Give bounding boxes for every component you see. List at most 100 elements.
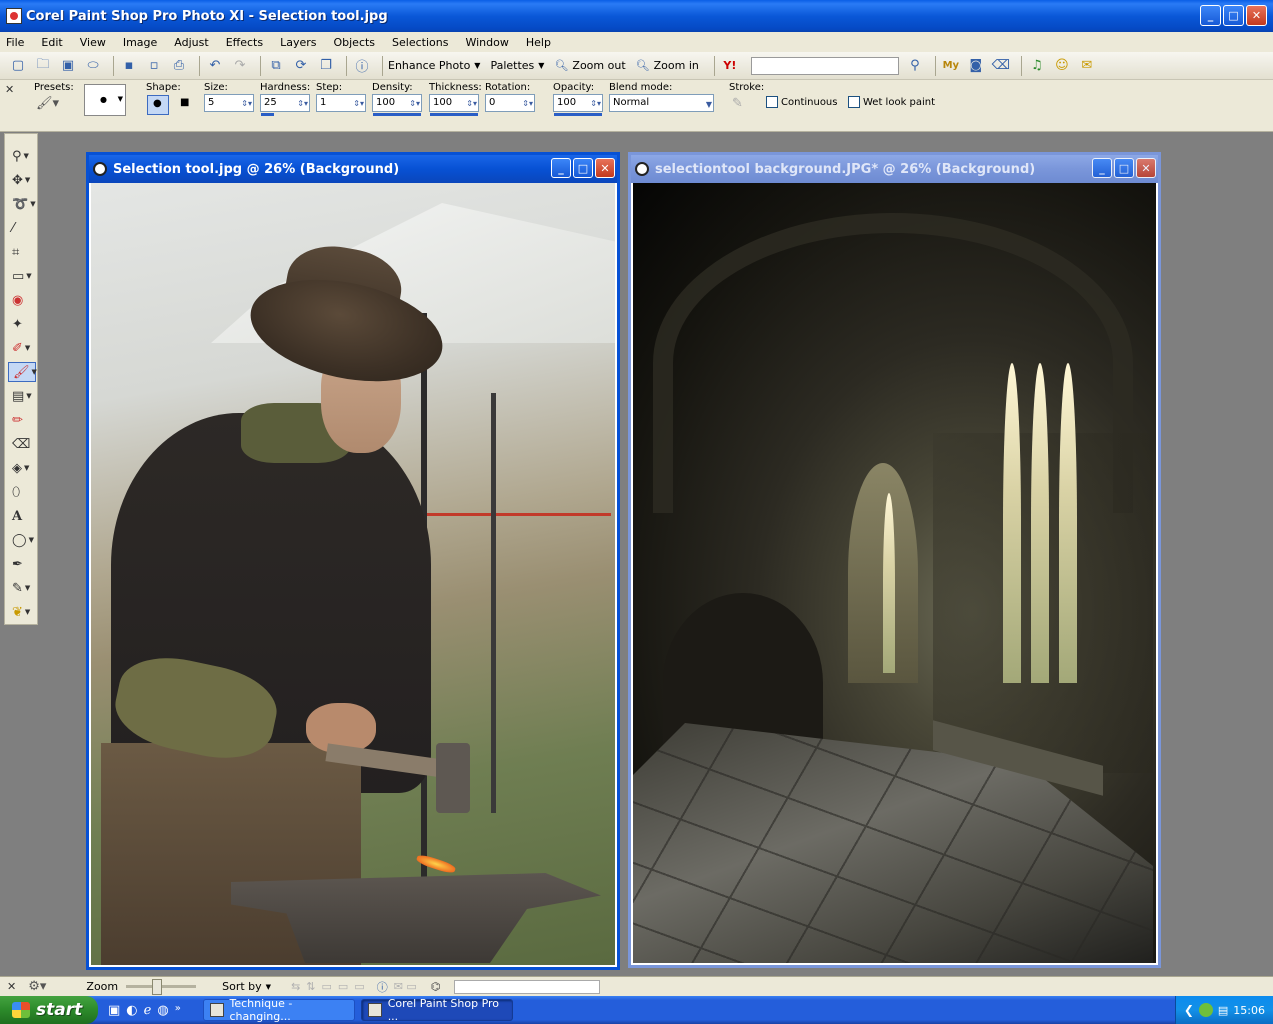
spin-arrows-icon[interactable]: ⇕▾ xyxy=(241,96,252,112)
pen-tool[interactable]: ✒ xyxy=(8,554,36,574)
step-field[interactable]: 1 ⇕▾ xyxy=(316,94,366,112)
menu-window[interactable]: Window xyxy=(465,36,508,49)
red-eye-tool[interactable]: ◉ xyxy=(8,290,36,310)
gear-icon[interactable]: ⚙▾ xyxy=(28,979,46,994)
save-as-icon[interactable]: ▫ xyxy=(144,56,164,76)
brush-tip-preview[interactable]: ● ▼ xyxy=(84,84,126,116)
art-brush-tool[interactable]: ✎ ▼ xyxy=(8,578,36,598)
menu-image[interactable]: Image xyxy=(123,36,157,49)
lasso-tool[interactable]: ➰ ▼ xyxy=(8,194,36,214)
lighten-darken-tool[interactable]: ▤ ▼ xyxy=(8,386,36,406)
maximize-button[interactable]: □ xyxy=(573,158,593,178)
document-title-bar[interactable]: selectiontool background.JPG* @ 26% (Bac… xyxy=(631,155,1158,183)
new-file-icon[interactable]: ▢ xyxy=(8,56,28,76)
undo-icon[interactable]: ↶ xyxy=(205,56,225,76)
print-icon[interactable]: ⎙ xyxy=(169,56,189,76)
redo-icon[interactable]: ↷ xyxy=(230,56,250,76)
blend-mode-select[interactable]: Normal ▼ xyxy=(609,94,714,112)
organizer-tool-icons[interactable]: ⇆⇅▭▭▭ xyxy=(291,980,371,993)
zoom-out-button[interactable]: 🔍︎ Zoom out xyxy=(554,59,625,72)
my-yahoo-icon[interactable]: My xyxy=(941,56,961,76)
density-field[interactable]: 100 ⇕▾ xyxy=(372,94,422,112)
opacity-slider-bar[interactable] xyxy=(554,113,602,116)
camera-icon[interactable]: ◙ xyxy=(966,56,986,76)
close-button[interactable]: ✕ xyxy=(1246,5,1267,26)
music-icon[interactable]: ♫ xyxy=(1027,56,1047,76)
zoom-slider[interactable] xyxy=(126,979,197,995)
crop-tool[interactable]: ⌗ xyxy=(8,242,36,262)
square-shape-button[interactable]: ■ xyxy=(176,95,196,115)
network-icon[interactable]: ▤ xyxy=(1218,1004,1228,1017)
binoculars-icon[interactable]: ⌬ xyxy=(431,980,441,993)
clone-tool[interactable]: ✐ ▼ xyxy=(8,338,36,358)
spin-arrows-icon[interactable]: ⇕▾ xyxy=(590,96,601,112)
open-folder-icon[interactable]: 🗀 xyxy=(33,56,53,76)
menu-selections[interactable]: Selections xyxy=(392,36,448,49)
eraser-tool[interactable]: ⌫ xyxy=(8,434,36,454)
more-icon[interactable]: » xyxy=(175,1003,181,1018)
palette-knife-tool[interactable]: ❦ ▼ xyxy=(8,602,36,622)
enhance-photo-menu[interactable]: Enhance Photo ▼ xyxy=(388,59,480,72)
menu-objects[interactable]: Objects xyxy=(333,36,375,49)
minimize-button[interactable]: _ xyxy=(551,158,571,178)
layers-icon[interactable]: ❐ xyxy=(316,56,336,76)
yahoo-icon[interactable]: Y! xyxy=(720,56,740,76)
desktop-icon[interactable]: ▣ xyxy=(108,1003,120,1018)
document-window-selection-tool[interactable]: Selection tool.jpg @ 26% (Background) _ … xyxy=(86,152,620,970)
mail-icon[interactable]: ✉ ▭ xyxy=(394,980,417,993)
dropper-tool[interactable]: ⁄ xyxy=(8,218,36,238)
text-tool[interactable]: A xyxy=(8,506,36,526)
menu-adjust[interactable]: Adjust xyxy=(174,36,208,49)
messenger-icon[interactable]: ☺ xyxy=(1052,56,1072,76)
close-icon[interactable]: ✕ xyxy=(5,83,14,96)
thickness-field[interactable]: 100 ⇕▾ xyxy=(429,94,479,112)
size-field[interactable]: 5 ⇕▾ xyxy=(204,94,254,112)
hardness-field[interactable]: 25 ⇕▾ xyxy=(260,94,310,112)
round-shape-button[interactable]: ● xyxy=(147,95,169,115)
warp-brush-tool[interactable]: ✏ xyxy=(8,410,36,430)
document-title-bar[interactable]: Selection tool.jpg @ 26% (Background) _ … xyxy=(89,155,617,183)
menu-layers[interactable]: Layers xyxy=(280,36,316,49)
clock[interactable]: 15:06 xyxy=(1233,1004,1265,1017)
spin-arrows-icon[interactable]: ⇕▾ xyxy=(297,96,308,112)
scan-icon[interactable]: ⬭ xyxy=(83,56,103,76)
browser-icon[interactable]: ℯ xyxy=(144,1003,152,1018)
eraser-icon[interactable]: ⌫ xyxy=(991,56,1011,76)
save-icon[interactable]: ▪ xyxy=(119,56,139,76)
close-button[interactable]: ✕ xyxy=(1136,158,1156,178)
maximize-button[interactable]: □ xyxy=(1114,158,1134,178)
flood-fill-tool[interactable]: ◈ ▼ xyxy=(8,458,36,478)
spin-arrows-icon[interactable]: ⇕▾ xyxy=(409,96,420,112)
taskbar-item-technique[interactable]: Technique - changing... xyxy=(202,997,355,1023)
picture-tube-tool[interactable]: ⬯ xyxy=(8,482,36,502)
selection-tool[interactable]: ▭ ▼ xyxy=(8,266,36,286)
info-icon[interactable]: ⓘ xyxy=(352,56,372,76)
rotation-field[interactable]: 0 ⇕▾ xyxy=(485,94,535,112)
palettes-menu[interactable]: Palettes ▼ xyxy=(490,59,544,72)
menu-help[interactable]: Help xyxy=(526,36,551,49)
taskbar-item-paint-shop-pro[interactable]: Corel Paint Shop Pro ... xyxy=(360,997,513,1023)
paint-brush-tool[interactable]: 🖌︎ ▼ xyxy=(8,362,37,382)
menu-view[interactable]: View xyxy=(80,36,106,49)
refresh-icon[interactable]: ⟳ xyxy=(291,56,311,76)
maximize-button[interactable]: □ xyxy=(1223,5,1244,26)
menu-effects[interactable]: Effects xyxy=(226,36,263,49)
yahoo-search-input[interactable] xyxy=(750,56,899,75)
menu-edit[interactable]: Edit xyxy=(41,36,62,49)
minimize-button[interactable]: _ xyxy=(1092,158,1112,178)
preset-shape-tool[interactable]: ◯ ▼ xyxy=(8,530,36,550)
image-canvas[interactable] xyxy=(91,183,615,965)
sort-by-label[interactable]: Sort by xyxy=(222,980,262,993)
move-tool[interactable]: ✥ ▼ xyxy=(8,170,36,190)
hardness-slider-bar[interactable] xyxy=(261,113,274,116)
spin-arrows-icon[interactable]: ⇕▾ xyxy=(466,96,477,112)
stroke-brush-icon[interactable]: ✎ xyxy=(732,96,743,111)
search-icon[interactable]: ⚲ xyxy=(905,56,925,76)
close-icon[interactable]: ✕ xyxy=(7,980,16,993)
minimize-button[interactable]: _ xyxy=(1200,5,1221,26)
menu-file[interactable]: File xyxy=(6,36,24,49)
start-button[interactable]: start xyxy=(0,996,98,1024)
wet-look-checkbox[interactable]: Wet look paint xyxy=(848,96,935,108)
close-button[interactable]: ✕ xyxy=(595,158,615,178)
resize-icon[interactable]: ⧉ xyxy=(266,56,286,76)
